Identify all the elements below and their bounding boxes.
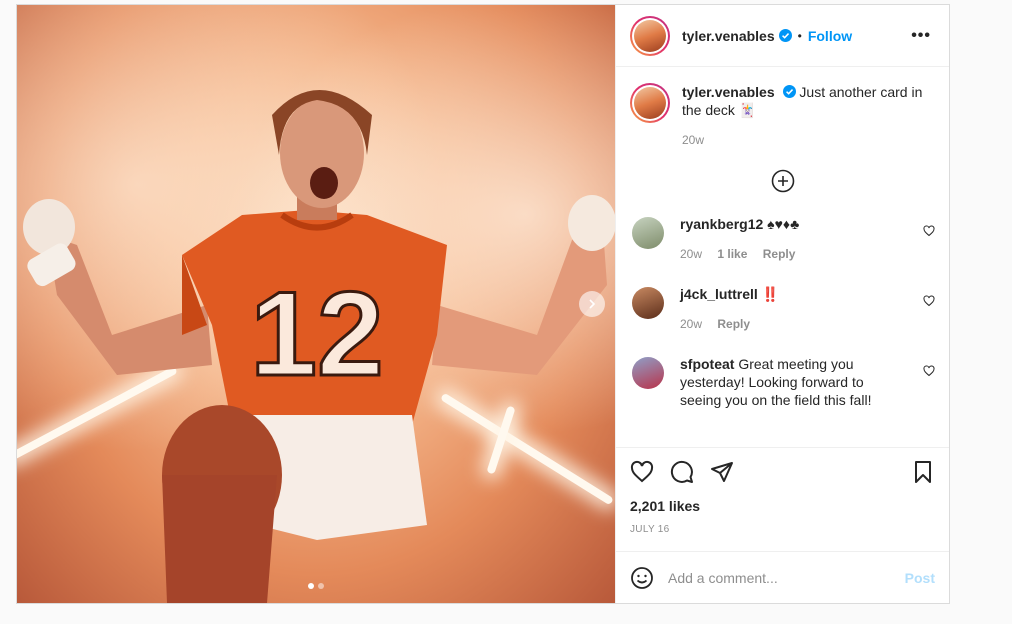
commenter-username[interactable]: sfpoteat — [680, 356, 734, 372]
commenter-avatar[interactable] — [632, 287, 664, 319]
load-more-plus-icon — [771, 169, 794, 193]
commenter-username[interactable]: ryankberg12 — [680, 216, 763, 232]
comment-time: 20w — [680, 247, 703, 261]
separator-dot: • — [797, 28, 802, 43]
svg-text:12: 12 — [250, 267, 383, 401]
commenter-avatar[interactable] — [632, 357, 664, 389]
football-player-illustration: 12 — [23, 90, 615, 603]
post-sidebar: tyler.venables • Follow ••• tyler.venabl… — [615, 5, 949, 603]
heart-icon[interactable] — [923, 295, 935, 307]
comments-section: tyler.venables Just another card in the … — [616, 67, 949, 447]
post-actions: 2,201 likes JULY 16 — [616, 447, 949, 535]
chevron-right-icon — [589, 299, 596, 309]
heart-icon[interactable] — [923, 365, 935, 377]
caption-time: 20w — [682, 133, 705, 147]
bookmark-icon[interactable] — [911, 460, 935, 484]
heart-icon[interactable] — [630, 460, 654, 484]
add-comment-bar: Post — [616, 551, 949, 603]
post-header: tyler.venables • Follow ••• — [616, 5, 949, 67]
caption: tyler.venables Just another card in the … — [630, 83, 935, 149]
comment-reply-button[interactable]: Reply — [763, 247, 796, 261]
verified-badge-icon — [782, 85, 796, 98]
post-image[interactable]: 12 — [17, 5, 615, 603]
comment-like-count[interactable]: 1 like — [717, 247, 747, 261]
commenter-avatar[interactable] — [632, 217, 664, 249]
caption-username[interactable]: tyler.venables — [682, 84, 775, 100]
caption-author-avatar[interactable] — [630, 83, 670, 123]
next-slide-button[interactable] — [579, 291, 605, 317]
comment-icon[interactable] — [670, 460, 694, 484]
post-date: JULY 16 — [630, 524, 670, 535]
comment-text: ♠♥♦♣ — [767, 216, 800, 232]
comment-input[interactable] — [668, 569, 905, 586]
comment-item: sfpoteat Great meeting you yesterday! Lo… — [630, 355, 935, 409]
instagram-post: 12 tyler.venables • Follow ••• tyler.ven… — [16, 4, 950, 604]
carousel-indicator — [17, 583, 615, 589]
caption-meta: 20w — [682, 131, 932, 149]
author-avatar[interactable] — [630, 15, 670, 56]
author-username[interactable]: tyler.venables — [682, 28, 775, 44]
comment-time: 20w — [680, 317, 703, 331]
comment-meta: 20w Reply — [680, 315, 890, 333]
share-icon[interactable] — [710, 460, 734, 484]
more-options-icon[interactable]: ••• — [911, 27, 935, 45]
emoji-icon[interactable] — [630, 566, 654, 590]
verified-badge-icon — [778, 29, 792, 42]
post-comment-button[interactable]: Post — [905, 570, 935, 586]
load-more-comments[interactable] — [630, 169, 935, 193]
comment-meta: 20w 1 like Reply — [680, 245, 890, 263]
comment-item: j4ck_luttrell ‼️ 20w Reply — [630, 285, 935, 333]
comment-item: ryankberg12 ♠♥♦♣ 20w 1 like Reply — [630, 215, 935, 263]
caption-text-block: tyler.venables Just another card in the … — [682, 83, 932, 149]
likes-count[interactable]: 2,201 likes — [630, 498, 935, 514]
comment-reply-button[interactable]: Reply — [717, 317, 750, 331]
action-icons — [630, 460, 935, 484]
follow-button[interactable]: Follow — [808, 28, 852, 44]
comment-text: ‼️ — [761, 286, 780, 302]
carousel-dot — [318, 583, 324, 589]
heart-icon[interactable] — [923, 225, 935, 237]
carousel-dot-active — [308, 583, 314, 589]
commenter-username[interactable]: j4ck_luttrell — [680, 286, 758, 302]
